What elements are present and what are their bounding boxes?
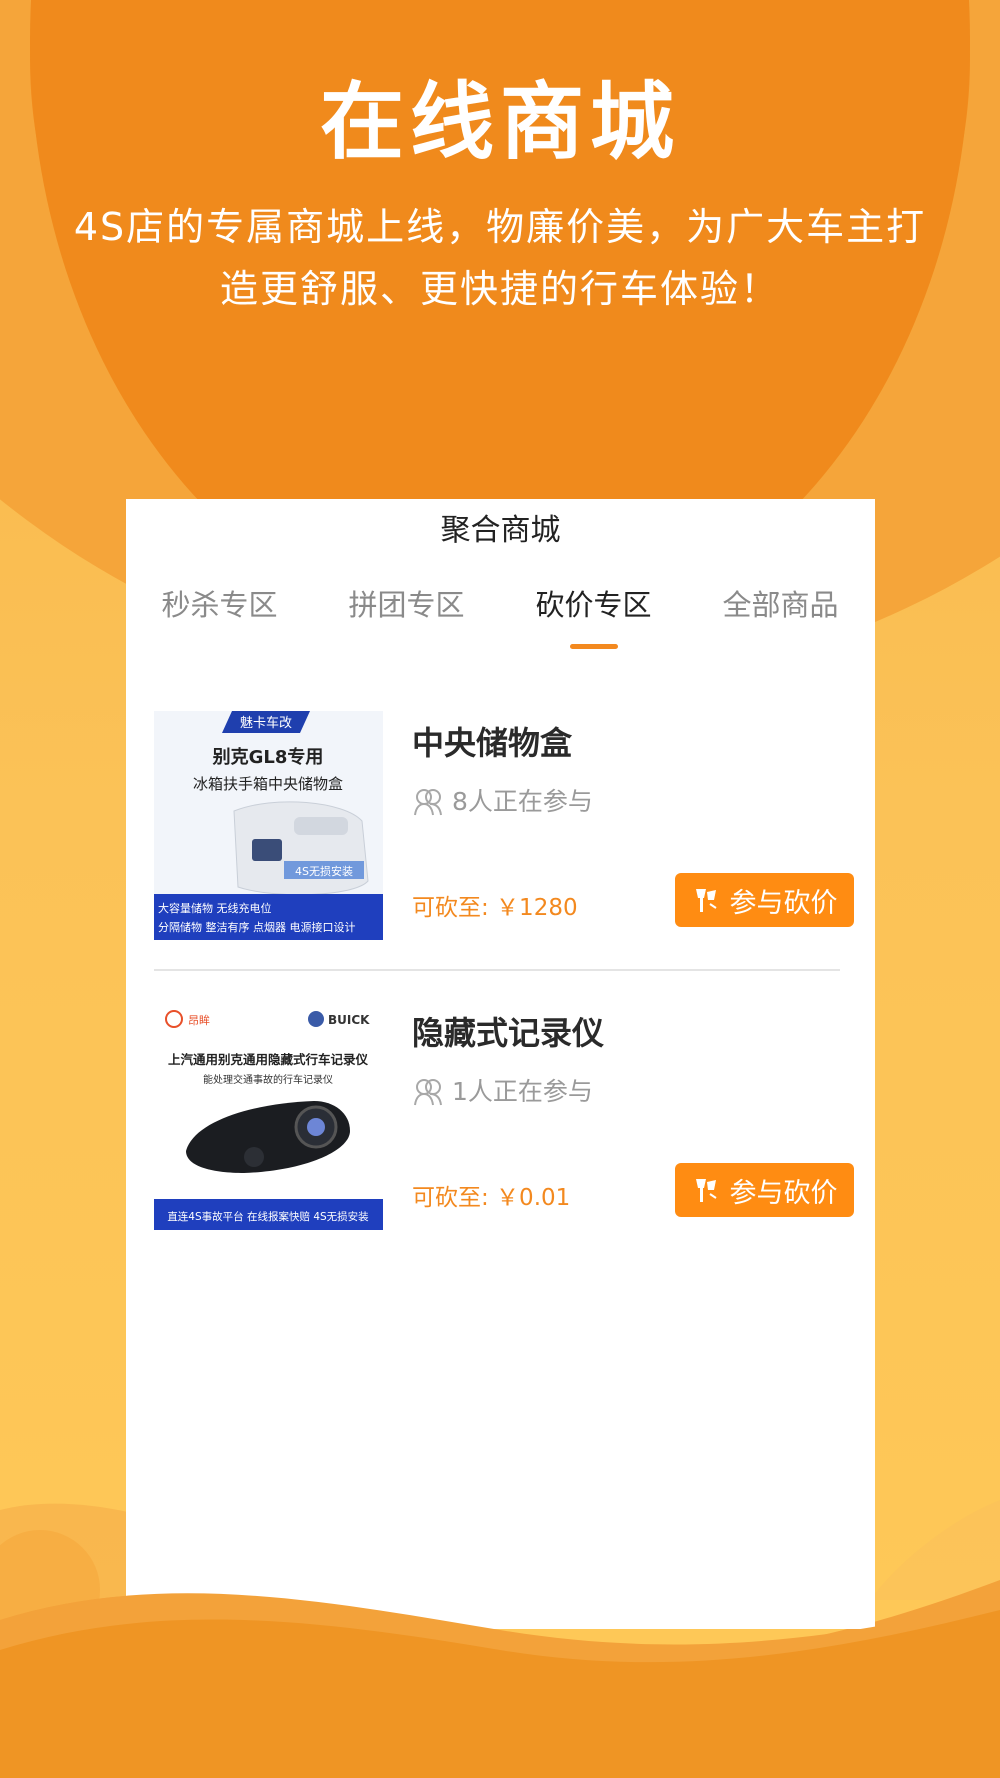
svg-text:能处理交通事故的行车记录仪: 能处理交通事故的行车记录仪	[203, 1073, 333, 1086]
svg-text:4S无损安装: 4S无损安装	[295, 864, 353, 878]
bottom-wave	[0, 1593, 1000, 1778]
svg-text:昂眸: 昂眸	[188, 1013, 210, 1027]
people-icon	[414, 1079, 442, 1106]
join-bargain-label: 参与砍价	[729, 1177, 838, 1209]
join-bargain-label: 参与砍价	[729, 887, 838, 919]
svg-text:魅卡车改: 魅卡车改	[240, 715, 292, 731]
people-icon	[414, 789, 442, 816]
divider	[154, 969, 840, 971]
svg-text:直连4S事故平台 在线报案快赔 4S无损安装: 直连4S事故平台 在线报案快赔 4S无损安装	[167, 1210, 369, 1223]
participants-count: 1人正在参与	[412, 1075, 593, 1109]
axe-icon	[695, 1179, 717, 1202]
product-name[interactable]: 隐藏式记录仪	[412, 1013, 604, 1053]
mall-card: 聚合商城 秒杀专区 拼团专区 砍价专区 全部商品 魅卡车改 别克GL8专用 冰箱…	[126, 499, 875, 1629]
page-title: 在线商城	[319, 73, 680, 171]
product-item[interactable]: 魅卡车改 别克GL8专用 冰箱扶手箱中央储物盒 4S无损安装 大容量储物 无线充…	[154, 711, 854, 943]
svg-text:分隔储物 整洁有序 点烟器 电源接口设计: 分隔储物 整洁有序 点烟器 电源接口设计	[158, 920, 356, 934]
svg-text:冰箱扶手箱中央储物盒: 冰箱扶手箱中央储物盒	[193, 775, 343, 793]
bargain-price: 可砍至: ￥1280	[412, 895, 578, 921]
svg-text:上汽通用别克通用隐藏式行车记录仪: 上汽通用别克通用隐藏式行车记录仪	[168, 1052, 369, 1067]
product-image[interactable]: 魅卡车改 别克GL8专用 冰箱扶手箱中央储物盒 4S无损安装 大容量储物 无线充…	[154, 711, 383, 940]
tab-group-buy[interactable]: 拼团专区	[313, 583, 500, 627]
tab-bargain[interactable]: 砍价专区	[500, 583, 687, 627]
product-name[interactable]: 中央储物盒	[412, 723, 572, 763]
product-item[interactable]: 昂眸 BUICK 上汽通用别克通用隐藏式行车记录仪 能处理交通事故的行车记录仪 …	[154, 1001, 854, 1233]
tab-bar: 秒杀专区 拼团专区 砍价专区 全部商品	[126, 583, 875, 653]
active-tab-indicator	[570, 644, 618, 649]
participants-text: 1人正在参与	[452, 1077, 593, 1106]
join-bargain-button[interactable]: 参与砍价	[675, 1163, 854, 1217]
join-bargain-button[interactable]: 参与砍价	[675, 873, 854, 927]
page-subtitle: 4S店的专属商城上线，物廉价美，为广大车主打造更舒服、更快捷的行车体验！	[73, 205, 927, 311]
svg-text:别克GL8专用: 别克GL8专用	[212, 746, 324, 768]
product-image[interactable]: 昂眸 BUICK 上汽通用别克通用隐藏式行车记录仪 能处理交通事故的行车记录仪 …	[154, 1001, 383, 1230]
participants-text: 8人正在参与	[452, 787, 593, 816]
tab-flash-sale[interactable]: 秒杀专区	[126, 583, 313, 627]
bargain-price: 可砍至: ￥0.01	[412, 1185, 571, 1211]
axe-icon	[695, 889, 717, 912]
participants-count: 8人正在参与	[412, 785, 593, 819]
svg-text:大容量储物 无线充电位: 大容量储物 无线充电位	[158, 901, 272, 915]
svg-text:BUICK: BUICK	[328, 1013, 370, 1027]
card-title: 聚合商城	[440, 513, 561, 548]
tab-all-products[interactable]: 全部商品	[687, 583, 874, 627]
